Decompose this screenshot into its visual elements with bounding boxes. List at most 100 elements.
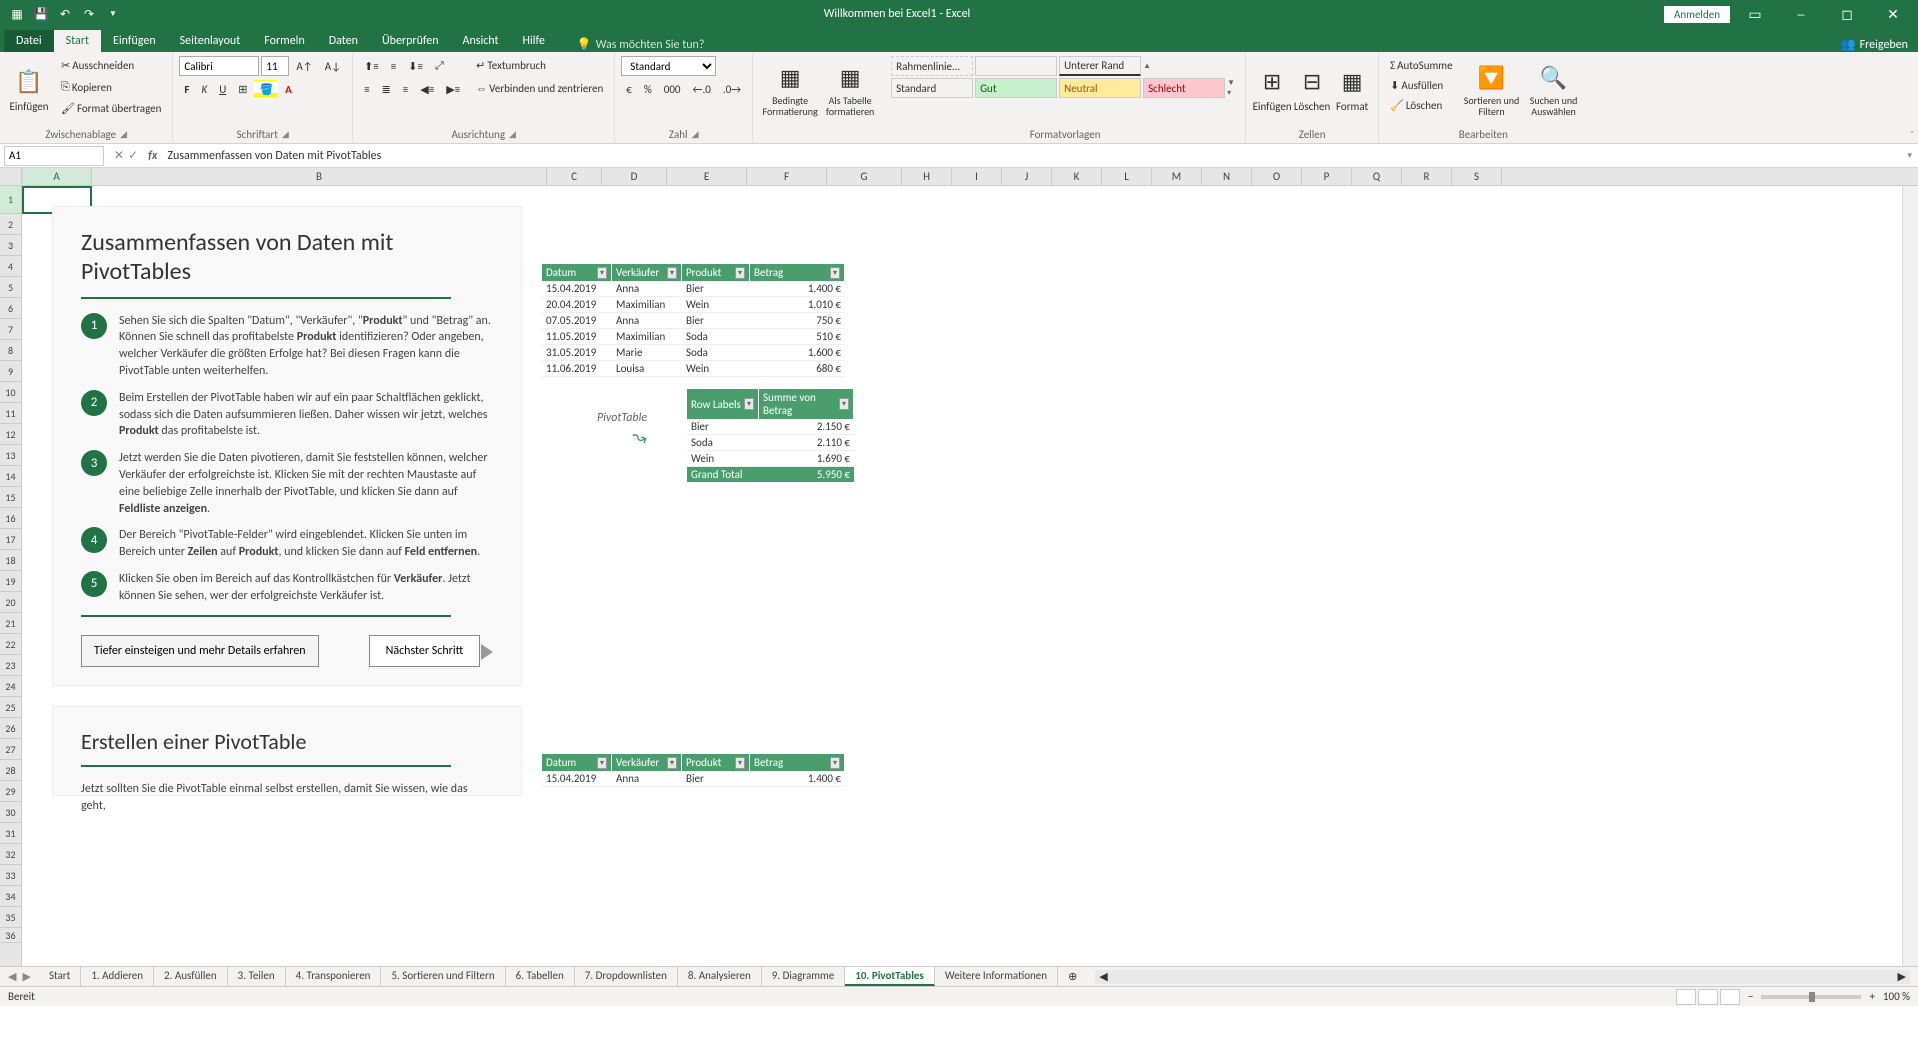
paste-button[interactable]: 📋 Einfügen [6, 56, 52, 122]
filter-dropdown-icon[interactable]: ▾ [830, 267, 840, 279]
normal-view-button[interactable] [1676, 989, 1696, 1005]
autosum-button[interactable]: ΣAutoSumme [1385, 56, 1457, 75]
align-launcher[interactable]: ◢ [509, 129, 516, 140]
row-header-1[interactable]: 1 [0, 186, 21, 214]
filter-dropdown-icon[interactable]: ▾ [735, 757, 745, 769]
tab-datei[interactable]: Datei [4, 30, 54, 52]
table-header[interactable]: Summe von Betrag▾ [759, 389, 854, 419]
find-select-button[interactable]: 🔍Suchen und Auswählen [1526, 56, 1582, 122]
row-header-29[interactable]: 29 [0, 781, 21, 802]
filter-dropdown-icon[interactable]: ▾ [667, 757, 677, 769]
styles-more-icon[interactable]: ▾ [1227, 88, 1239, 98]
filter-dropdown-icon[interactable]: ▾ [667, 267, 677, 279]
sheet-tab[interactable]: 4. Transponieren [286, 967, 382, 986]
redo-icon[interactable]: ↷ [78, 3, 100, 25]
align-right-button[interactable]: ≡ [398, 80, 413, 99]
horizontal-scrollbar[interactable]: ◀▶ [1095, 970, 1910, 984]
sheet-tab[interactable]: 1. Addieren [81, 967, 154, 986]
details-button[interactable]: Tiefer einsteigen und mehr Details erfah… [81, 635, 319, 667]
number-format-select[interactable]: Standard [621, 56, 716, 76]
filter-dropdown-icon[interactable]: ▾ [597, 267, 607, 279]
border-button[interactable]: ⊞ [233, 80, 252, 99]
wrap-text-button[interactable]: ↵Textumbruch [471, 56, 608, 75]
row-header-16[interactable]: 16 [0, 508, 21, 529]
table-row[interactable]: 07.05.2019AnnaBier750 € [542, 313, 845, 329]
font-name-select[interactable] [179, 56, 259, 76]
table-header[interactable]: Produkt▾ [682, 754, 750, 771]
format-painter-button[interactable]: 🖌Format übertragen [56, 99, 166, 118]
row-header-13[interactable]: 13 [0, 445, 21, 466]
table-row[interactable]: 15.04.2019AnnaBier1.400 € [542, 771, 845, 787]
table-row[interactable]: 20.04.2019MaximilianWein1.010 € [542, 297, 845, 313]
copy-button[interactable]: ⎘Kopieren [56, 77, 166, 97]
filter-dropdown-icon[interactable]: ▾ [735, 267, 745, 279]
decrease-font-button[interactable]: A↓ [320, 57, 346, 76]
tab-daten[interactable]: Daten [317, 30, 370, 52]
table-header[interactable]: Betrag▾ [750, 264, 845, 281]
column-header-K[interactable]: K [1052, 168, 1102, 185]
column-header-Q[interactable]: Q [1352, 168, 1402, 185]
font-color-button[interactable]: A [280, 80, 297, 99]
zoom-in-button[interactable]: + [1869, 990, 1874, 1003]
column-header-J[interactable]: J [1002, 168, 1052, 185]
comma-button[interactable]: 000 [659, 80, 686, 99]
sheet-tab[interactable]: 6. Tabellen [506, 967, 575, 986]
formula-input[interactable]: Zusammenfassen von Daten mit PivotTables [161, 149, 1901, 163]
sign-in-button[interactable]: Anmelden [1664, 6, 1730, 23]
format-cells-button[interactable]: ▦Format [1332, 56, 1372, 122]
select-all-button[interactable] [0, 168, 22, 185]
row-header-26[interactable]: 26 [0, 718, 21, 739]
clipboard-launcher[interactable]: ◢ [120, 129, 127, 140]
row-header-31[interactable]: 31 [0, 823, 21, 844]
sheet-tab[interactable]: 5. Sortieren und Filtern [381, 967, 505, 986]
style-gut[interactable]: Gut [975, 78, 1057, 98]
row-header-21[interactable]: 21 [0, 613, 21, 634]
row-header-11[interactable]: 11 [0, 403, 21, 424]
italic-button[interactable]: K [196, 80, 212, 99]
column-header-I[interactable]: I [952, 168, 1002, 185]
zoom-level[interactable]: 100 % [1883, 990, 1910, 1003]
sheet-tab[interactable]: 8. Analysieren [678, 967, 762, 986]
filter-dropdown-icon[interactable]: ▾ [839, 398, 849, 410]
table-header[interactable]: Verkäufer▾ [612, 264, 682, 281]
sheet-prev-icon[interactable]: ◀ [8, 970, 16, 983]
align-left-button[interactable]: ≡ [359, 80, 374, 99]
tell-me-search[interactable]: 💡 Was möchten Sie tun? [577, 37, 705, 52]
vertical-scrollbar[interactable] [1902, 186, 1918, 966]
next-step-button[interactable]: Nächster Schritt [369, 635, 481, 667]
align-center-button[interactable]: ≣ [377, 80, 396, 99]
column-header-O[interactable]: O [1252, 168, 1302, 185]
row-header-32[interactable]: 32 [0, 844, 21, 865]
column-header-B[interactable]: B [92, 168, 547, 185]
tab-einfuegen[interactable]: Einfügen [101, 30, 168, 52]
filter-dropdown-icon[interactable]: ▾ [597, 757, 607, 769]
underline-button[interactable]: U [214, 80, 231, 99]
ribbon-options-icon[interactable]: ▭ [1734, 0, 1776, 28]
indent-decrease-button[interactable]: ◀≡ [415, 80, 439, 99]
sheet-tab[interactable]: Weitere Informationen [935, 967, 1058, 986]
cut-button[interactable]: ✂Ausschneiden [56, 56, 166, 75]
maximize-button[interactable]: ◻ [1826, 0, 1868, 28]
enter-icon[interactable]: ✓ [128, 148, 138, 163]
row-header-33[interactable]: 33 [0, 865, 21, 886]
row-header-14[interactable]: 14 [0, 466, 21, 487]
row-header-34[interactable]: 34 [0, 886, 21, 907]
row-header-23[interactable]: 23 [0, 655, 21, 676]
table-header[interactable]: Verkäufer▾ [612, 754, 682, 771]
name-box[interactable] [4, 146, 104, 166]
page-layout-view-button[interactable] [1698, 989, 1718, 1005]
row-header-25[interactable]: 25 [0, 697, 21, 718]
delete-cells-button[interactable]: ⊟Löschen [1292, 56, 1332, 122]
row-header-22[interactable]: 22 [0, 634, 21, 655]
worksheet-grid[interactable]: 1234567891011121314151617181920212223242… [0, 186, 1918, 966]
styles-up-icon[interactable]: ▲ [1143, 61, 1155, 71]
table-row[interactable]: Wein1.690 € [687, 451, 854, 467]
filter-dropdown-icon[interactable]: ▾ [830, 757, 840, 769]
column-header-H[interactable]: H [902, 168, 952, 185]
align-middle-button[interactable]: ≡ [386, 57, 401, 76]
row-header-30[interactable]: 30 [0, 802, 21, 823]
increase-decimal-button[interactable]: ←.0 [687, 80, 715, 99]
table-row[interactable]: 31.05.2019MarieSoda1.600 € [542, 345, 845, 361]
format-as-table-button[interactable]: ▦ Als Tabelle formatieren [821, 56, 879, 122]
column-header-S[interactable]: S [1452, 168, 1502, 185]
